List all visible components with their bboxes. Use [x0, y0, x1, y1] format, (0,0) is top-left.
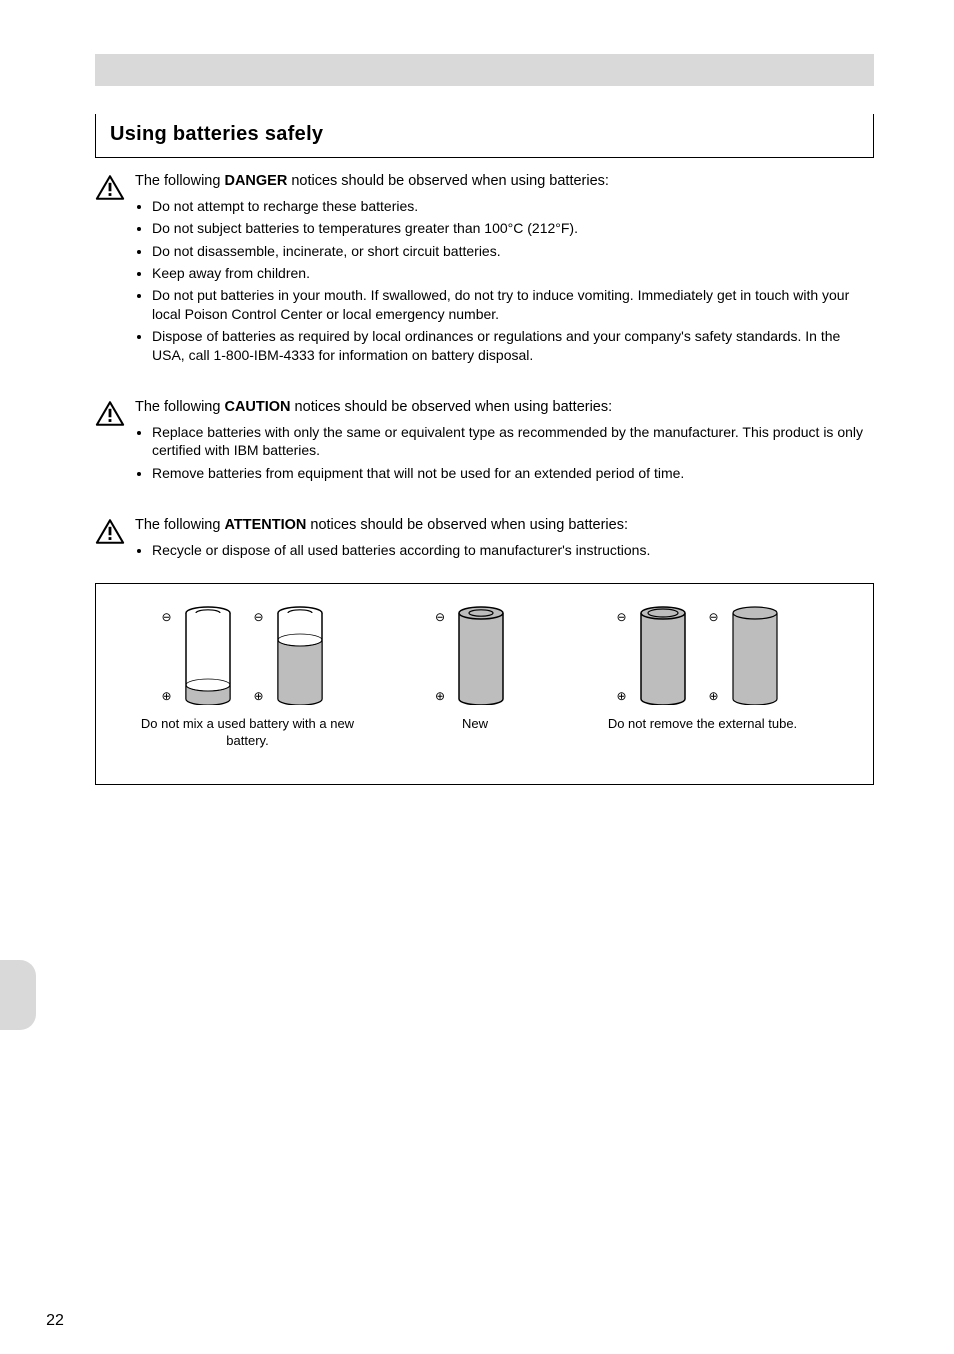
title-box: Using batteries safely — [95, 114, 874, 158]
minus-icon: ⊖ — [162, 610, 172, 625]
section-lead: The following ATTENTION notices should b… — [135, 516, 874, 536]
minus-icon: ⊖ — [435, 610, 445, 625]
warning-triangle-icon — [95, 188, 125, 205]
battery-illustration: ⊖ ⊕ — [437, 602, 513, 708]
warning-triangle-icon — [95, 414, 125, 431]
list-item: Do not attempt to recharge these batteri… — [152, 197, 874, 215]
side-tab: Safety — [0, 960, 36, 1030]
plus-icon: ⊕ — [435, 689, 445, 704]
section-lead: The following DANGER notices should be o… — [135, 172, 874, 192]
plus-icon: ⊕ — [617, 689, 627, 704]
page-title: Using batteries safely — [110, 123, 859, 146]
figure-box: ⊖ ⊕ ⊖ ⊕ — [95, 583, 874, 785]
figure-caption: New — [462, 716, 488, 733]
warning-triangle-icon — [95, 532, 125, 549]
battery-illustration: ⊖ ⊕ — [164, 602, 240, 708]
plus-icon: ⊕ — [254, 689, 264, 704]
bullet-list: Replace batteries with only the same or … — [135, 423, 874, 482]
header-band — [95, 54, 874, 86]
list-item: Do not disassemble, incinerate, or short… — [152, 242, 874, 260]
minus-icon: ⊖ — [617, 610, 627, 625]
figure-caption: Do not remove the external tube. — [608, 716, 797, 733]
section-lead: The following CAUTION notices should be … — [135, 398, 874, 418]
figure-caption: Do not mix a used battery with a new bat… — [120, 716, 375, 750]
section-danger: The following DANGER notices should be o… — [95, 172, 874, 368]
minus-icon: ⊖ — [709, 610, 719, 625]
bullet-list: Do not attempt to recharge these batteri… — [135, 197, 874, 365]
list-item: Replace batteries with only the same or … — [152, 423, 874, 460]
plus-icon: ⊕ — [709, 689, 719, 704]
battery-illustration: ⊖ ⊕ — [711, 602, 787, 708]
battery-illustration: ⊖ ⊕ — [619, 602, 695, 708]
list-item: Remove batteries from equipment that wil… — [152, 464, 874, 482]
section-caution: The following CAUTION notices should be … — [95, 398, 874, 486]
battery-illustration: ⊖ ⊕ — [256, 602, 332, 708]
plus-icon: ⊕ — [162, 689, 172, 704]
list-item: Dispose of batteries as required by loca… — [152, 327, 874, 364]
section-attention: The following ATTENTION notices should b… — [95, 516, 874, 563]
bullet-list: Recycle or dispose of all used batteries… — [135, 541, 874, 559]
list-item: Do not put batteries in your mouth. If s… — [152, 286, 874, 323]
minus-icon: ⊖ — [254, 610, 264, 625]
page-number: 22 — [0, 1312, 110, 1330]
list-item: Do not subject batteries to temperatures… — [152, 219, 874, 237]
list-item: Recycle or dispose of all used batteries… — [152, 541, 874, 559]
list-item: Keep away from children. — [152, 264, 874, 282]
